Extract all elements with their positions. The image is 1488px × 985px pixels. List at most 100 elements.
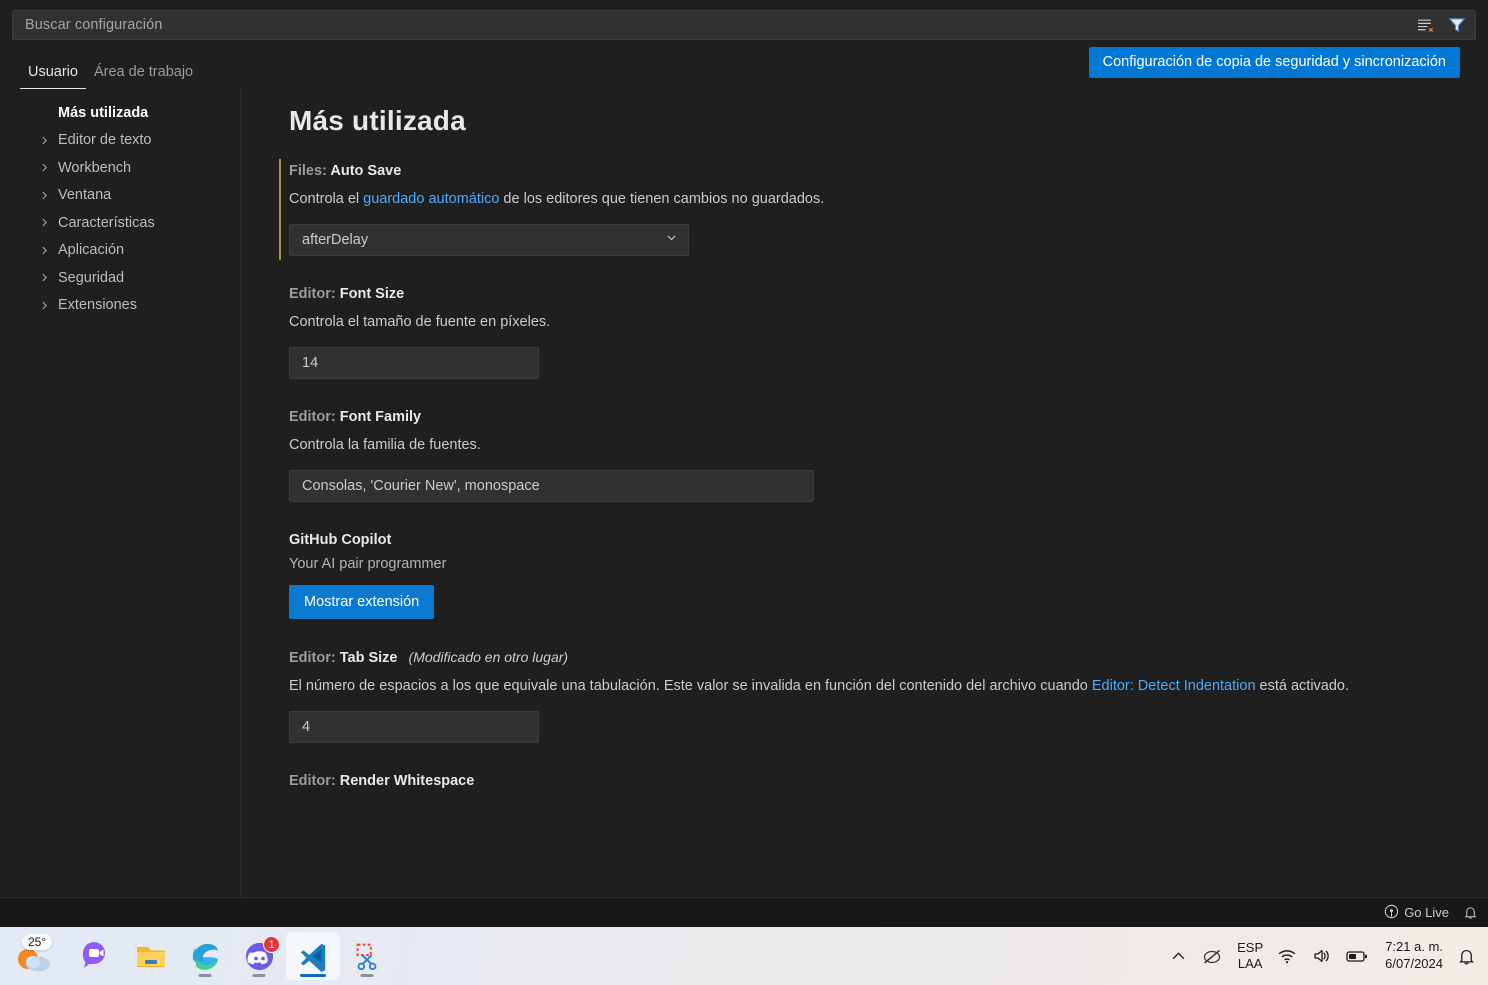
taskbar-discord-icon[interactable]: 1 <box>232 932 286 980</box>
filter-icon[interactable] <box>1447 15 1467 35</box>
font-size-input[interactable]: 14 <box>289 346 539 379</box>
setting-title: Editor: Render Whitespace <box>289 773 1448 789</box>
setting-key: Render Whitespace <box>339 772 475 789</box>
setting-title: Editor: Font Family <box>289 409 1448 425</box>
setting-github-copilot-extension: GitHub Copilot Your AI pair programmer M… <box>241 532 1488 619</box>
taskbar-microsoft-edge-icon[interactable] <box>178 932 232 980</box>
clock-date: 6/07/2024 <box>1385 956 1443 971</box>
vscode-window: Buscar configuración Usuario Área de tra… <box>0 0 1488 927</box>
status-bar-notifications-bell-icon[interactable] <box>1463 905 1478 920</box>
setting-editor-font-family: Editor: Font Family Controla la familia … <box>241 409 1488 502</box>
clock-time: 7:21 a. m. <box>1385 939 1443 955</box>
running-indicator <box>198 973 212 977</box>
backup-and-sync-settings-button[interactable]: Configuración de copia de seguridad y si… <box>1088 47 1460 78</box>
tab-area-de-trabajo-label: Área de trabajo <box>93 64 194 80</box>
sidebar-item-workbench[interactable]: Workbench <box>0 154 240 182</box>
wifi-icon[interactable] <box>1277 946 1297 966</box>
tab-size-value: 4 <box>302 718 311 735</box>
sidebar-item-label: Editor de texto <box>58 132 152 149</box>
chevron-right-icon <box>38 189 50 201</box>
show-hidden-icons-chevron-up-icon[interactable] <box>1170 948 1187 965</box>
language-indicator[interactable]: ESP LAA <box>1237 940 1263 973</box>
chevron-down-icon <box>665 231 678 248</box>
settings-body: Más utilizada Editor de texto Workbench … <box>0 89 1488 927</box>
language-line-2: LAA <box>1237 956 1263 971</box>
chevron-right-icon <box>38 299 50 311</box>
font-family-input[interactable]: Consolas, 'Courier New', monospace <box>289 469 814 502</box>
taskbar-chat-icon[interactable] <box>70 932 124 980</box>
taskbar-vscode-icon[interactable] <box>286 932 340 980</box>
extension-description: Your AI pair programmer <box>289 555 447 572</box>
page-title: Más utilizada <box>289 105 466 136</box>
taskbar-weather-widget[interactable]: 25° <box>4 932 70 980</box>
sidebar-item-label: Características <box>58 214 155 231</box>
font-size-value: 14 <box>302 354 319 371</box>
sidebar-item-ventana[interactable]: Ventana <box>0 182 240 210</box>
status-bar-go-live[interactable]: Go Live <box>1384 904 1449 922</box>
setting-category: Files: <box>289 163 327 179</box>
search-actions <box>1415 15 1467 35</box>
settings-toc-sidebar: Más utilizada Editor de texto Workbench … <box>0 89 241 927</box>
setting-key: Font Family <box>339 408 422 425</box>
taskbar-snipping-tool-icon[interactable] <box>340 932 394 980</box>
tab-size-input[interactable]: 4 <box>289 710 539 743</box>
notifications-bell-icon[interactable] <box>1457 947 1476 966</box>
setting-title: Editor: Tab Size (Modificado en otro lug… <box>289 649 1448 666</box>
sidebar-item-caracteristicas[interactable]: Características <box>0 209 240 237</box>
volume-icon[interactable] <box>1311 946 1331 966</box>
system-tray: ESP LAA 7:21 a. m. 6/07/2024 <box>1170 939 1488 973</box>
taskbar-clock[interactable]: 7:21 a. m. 6/07/2024 <box>1385 939 1443 973</box>
tab-usuario-label: Usuario <box>28 64 78 80</box>
sidebar-item-label: Ventana <box>58 187 112 204</box>
sidebar-item-seguridad[interactable]: Seguridad <box>0 264 240 292</box>
chevron-right-icon <box>38 244 50 256</box>
battery-icon[interactable] <box>1345 946 1369 966</box>
sidebar-item-mas-utilizada[interactable]: Más utilizada <box>0 99 240 127</box>
weather-temperature: 25° <box>22 934 53 950</box>
chevron-right-icon <box>38 162 50 174</box>
show-extension-button[interactable]: Mostrar extensión <box>289 584 435 619</box>
auto-save-dropdown[interactable]: afterDelay <box>289 223 689 256</box>
desc-text-after: de los editores que tienen cambios no gu… <box>499 191 825 207</box>
font-family-value: Consolas, 'Courier New', monospace <box>302 477 540 494</box>
setting-key: Font Size <box>339 285 405 302</box>
chevron-right-icon <box>38 134 50 146</box>
sidebar-item-extensiones[interactable]: Extensiones <box>0 292 240 320</box>
tab-usuario[interactable]: Usuario <box>20 64 86 89</box>
setting-editor-tab-size: Editor: Tab Size (Modificado en otro lug… <box>241 649 1488 743</box>
settings-search-placeholder: Buscar configuración <box>25 17 163 33</box>
settings-search-row: Buscar configuración <box>0 0 1488 44</box>
setting-category: Editor: <box>289 408 336 425</box>
detect-indentation-link[interactable]: Editor: Detect Indentation <box>1092 678 1256 694</box>
go-live-label: Go Live <box>1404 905 1449 920</box>
discord-badge-count: 1 <box>263 936 280 953</box>
sidebar-item-aplicacion[interactable]: Aplicación <box>0 237 240 265</box>
sidebar-item-label: Workbench <box>58 159 132 176</box>
setting-modified-elsewhere-note: (Modificado en otro lugar) <box>408 648 569 665</box>
clear-search-results-icon[interactable] <box>1415 15 1435 35</box>
setting-files-auto-save: Files: Auto Save Controla el guardado au… <box>241 159 1488 260</box>
autosave-doc-link[interactable]: guardado automático <box>363 191 499 207</box>
windows-taskbar: 25° 1 ESP LAA 7:21 a. m. 6/07/2024 <box>0 927 1488 985</box>
broadcast-icon <box>1384 904 1399 922</box>
sidebar-item-label: Aplicación <box>58 242 125 259</box>
auto-save-value: afterDelay <box>302 231 369 248</box>
extension-title: GitHub Copilot <box>289 531 392 548</box>
taskbar-file-explorer-icon[interactable] <box>124 932 178 980</box>
desc-text-after: está activado. <box>1255 677 1350 694</box>
sidebar-item-label: Seguridad <box>58 269 125 286</box>
chevron-right-icon <box>38 217 50 229</box>
sidebar-item-editor-de-texto[interactable]: Editor de texto <box>0 127 240 155</box>
active-indicator <box>300 973 326 977</box>
taskbar-apps: 25° 1 <box>0 932 394 980</box>
sidebar-item-label: Más utilizada <box>58 104 149 121</box>
status-bar: Go Live <box>0 897 1488 927</box>
setting-key: Auto Save <box>330 163 402 179</box>
do-not-disturb-icon[interactable] <box>1201 945 1223 967</box>
settings-search-input[interactable]: Buscar configuración <box>12 10 1476 40</box>
setting-key: Tab Size <box>339 649 398 666</box>
setting-editor-render-whitespace: Editor: Render Whitespace <box>241 773 1488 789</box>
setting-description: Controla la familia de fuentes. <box>289 436 481 453</box>
tab-area-de-trabajo[interactable]: Área de trabajo <box>86 64 201 89</box>
desc-text-before: Controla el <box>289 191 364 207</box>
